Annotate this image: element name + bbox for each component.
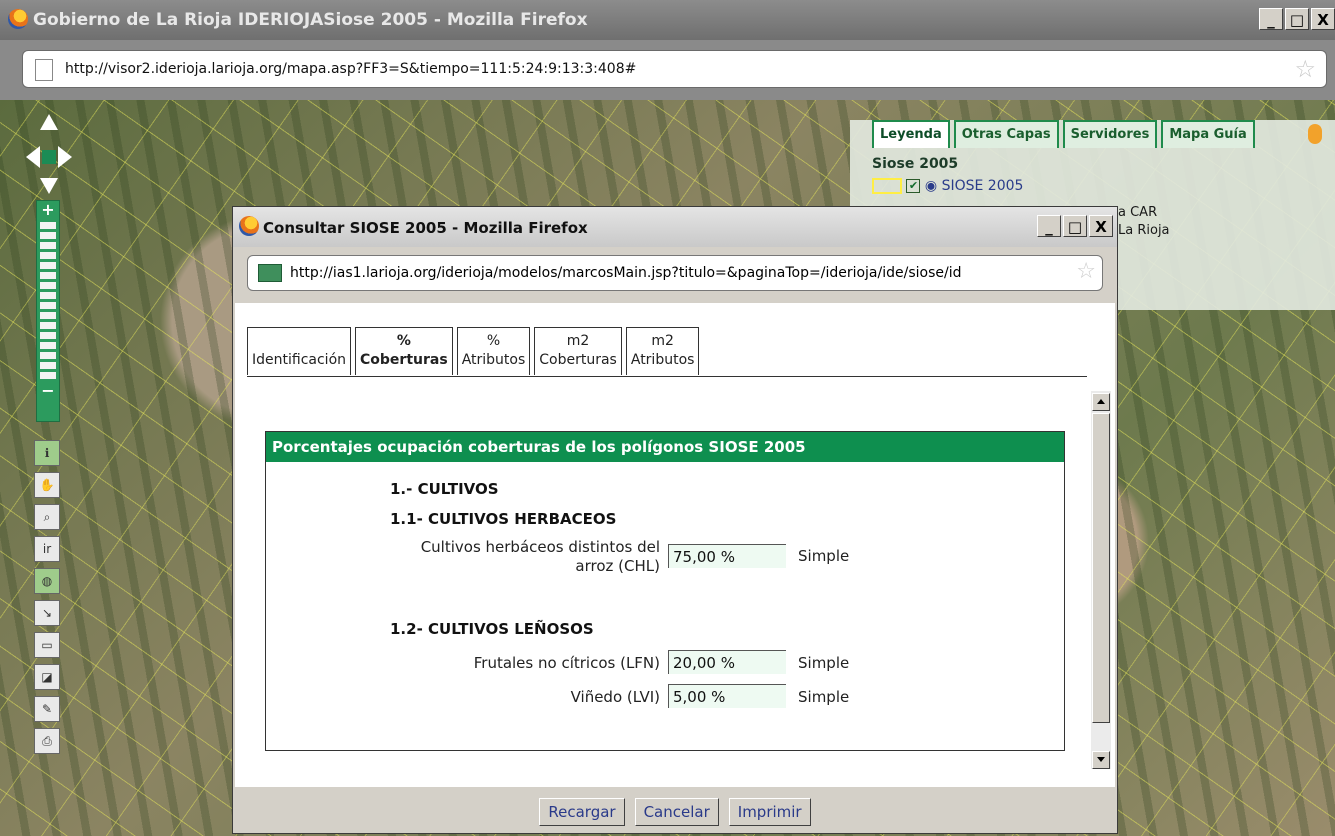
layer-label[interactable]: SIOSE 2005 [942, 178, 1024, 194]
tab-servidores[interactable]: Servidores [1062, 120, 1158, 148]
legend-heading: Siose 2005 [872, 156, 959, 172]
pen-icon[interactable]: ✎ [34, 696, 60, 722]
tab-porc-atributos[interactable]: % Atributos [456, 327, 531, 375]
tab-mapa-guia[interactable]: Mapa Guía [1161, 120, 1255, 148]
close-button[interactable]: X [1311, 8, 1335, 30]
tab-m2-atributos[interactable]: m2 Atributos [625, 327, 700, 375]
popup-button-bar: Recargar Cancelar Imprimir [233, 791, 1117, 833]
firefox-icon [8, 9, 28, 29]
tab-otras-capas[interactable]: Otras Capas [953, 120, 1059, 148]
scale-icon[interactable]: ▭ [34, 632, 60, 658]
popup-titlebar: Consultar SIOSE 2005 - Mozilla Firefox _… [233, 207, 1117, 247]
window-title: Gobierno de La Rioja IDERIOJASiose 2005 … [33, 10, 588, 30]
section-cultivos-lenosos: 1.2- CULTIVOS LEÑOSOS [390, 620, 594, 638]
info-icon[interactable]: ℹ [34, 440, 60, 466]
lvi-type: Simple [798, 688, 850, 706]
bookmark-star-icon[interactable]: ☆ [1076, 259, 1096, 284]
legend-side-text: a CAR La Rioja [1118, 205, 1170, 238]
layer-radio-icon[interactable]: ◉ [925, 178, 937, 194]
lfn-value-field: 20,00 % [668, 650, 786, 674]
tab-porc-coberturas[interactable]: % Coberturas [355, 327, 453, 375]
zoom-box-icon[interactable]: ⌕ [34, 504, 60, 530]
lvi-label: Viñedo (LVI) [570, 688, 660, 706]
lfn-label: Frutales no cítricos (LFN) [473, 654, 660, 672]
tab-divider [247, 376, 1087, 377]
tab-identificacion[interactable]: Identificación [247, 327, 352, 375]
popup-content: Identificación % Coberturas % Atributos … [235, 303, 1115, 787]
bookmark-star-icon[interactable]: ☆ [1294, 55, 1316, 83]
chl-type: Simple [798, 547, 850, 565]
print-icon[interactable]: ⎙ [34, 728, 60, 754]
legend-tabs: Leyenda Otras Capas Servidores Mapa Guía [872, 120, 1255, 148]
pan-control [24, 110, 74, 205]
map-toolbar: ℹ ✋ ⌕ ir ◍ ↘ ▭ ◪ ✎ ⎙ [34, 440, 64, 760]
firefox-icon [239, 216, 259, 236]
address-bar: http://visor2.iderioja.larioja.org/mapa.… [0, 40, 1335, 100]
maximize-button[interactable]: □ [1285, 8, 1309, 30]
chl-label: Cultivos herbáceos distintos del arroz (… [420, 538, 660, 575]
legend-layer-row: ✔ ◉ SIOSE 2005 [872, 178, 1023, 194]
pan-up-icon[interactable] [40, 114, 58, 130]
window-controls: _ □ X [1259, 8, 1335, 30]
popup-title: Consultar SIOSE 2005 - Mozilla Firefox [263, 219, 588, 237]
layer-checkbox[interactable]: ✔ [906, 179, 921, 193]
globe-icon[interactable]: ◍ [34, 568, 60, 594]
lvi-value-field: 5,00 % [668, 684, 786, 708]
scroll-thumb[interactable] [1092, 413, 1110, 723]
section-cultivos: 1.- CULTIVOS [390, 480, 499, 498]
lfn-type: Simple [798, 654, 850, 672]
zoom-out-icon[interactable]: − [37, 382, 59, 400]
url-text: http://visor2.iderioja.larioja.org/mapa.… [65, 61, 637, 77]
minimize-button[interactable]: _ [1259, 8, 1283, 30]
pan-left-icon[interactable] [26, 146, 40, 168]
zoom-in-icon[interactable]: + [37, 201, 59, 219]
chl-value-field: 75,00 % [668, 544, 786, 568]
url-field[interactable]: http://visor2.iderioja.larioja.org/mapa.… [22, 50, 1327, 88]
popup-close-button[interactable]: X [1089, 215, 1113, 237]
popup-minimize-button[interactable]: _ [1037, 215, 1061, 237]
print-button[interactable]: Imprimir [728, 798, 811, 826]
popup-maximize-button[interactable]: □ [1063, 215, 1087, 237]
measure-icon[interactable]: ↘ [34, 600, 60, 626]
layer-swatch [872, 178, 902, 194]
page-icon [35, 59, 53, 81]
coberturas-box-title: Porcentajes ocupación coberturas de los … [266, 432, 1064, 462]
popup-url-field[interactable]: http://ias1.larioja.org/iderioja/modelos… [247, 255, 1103, 291]
pan-center-icon[interactable] [42, 150, 56, 164]
ir-icon[interactable]: ir [34, 536, 60, 562]
street-view-pin-icon[interactable] [1308, 124, 1322, 144]
popup-tabs: Identificación % Coberturas % Atributos … [247, 327, 703, 375]
tab-m2-coberturas[interactable]: m2 Coberturas [534, 327, 622, 375]
popup-url-text: http://ias1.larioja.org/iderioja/modelos… [290, 265, 962, 281]
cancel-button[interactable]: Cancelar [634, 798, 719, 826]
section-cultivos-herbaceos: 1.1- CULTIVOS HERBACEOS [390, 510, 617, 528]
scroll-up-icon[interactable] [1092, 393, 1110, 411]
pan-right-icon[interactable] [58, 146, 72, 168]
scroll-down-icon[interactable] [1092, 751, 1110, 769]
window-titlebar: Gobierno de La Rioja IDERIOJASiose 2005 … [0, 0, 1335, 40]
consultar-popup-window: Consultar SIOSE 2005 - Mozilla Firefox _… [232, 206, 1118, 834]
zoom-slider[interactable]: + − [36, 200, 60, 422]
site-icon [258, 264, 282, 282]
layer-icon[interactable]: ◪ [34, 664, 60, 690]
reload-button[interactable]: Recargar [539, 798, 625, 826]
vertical-scrollbar[interactable] [1091, 391, 1111, 769]
popup-window-controls: _ □ X [1037, 215, 1113, 237]
tab-leyenda[interactable]: Leyenda [872, 120, 950, 148]
pan-icon[interactable]: ✋ [34, 472, 60, 498]
pan-down-icon[interactable] [40, 178, 58, 194]
coberturas-box: Porcentajes ocupación coberturas de los … [265, 431, 1065, 751]
